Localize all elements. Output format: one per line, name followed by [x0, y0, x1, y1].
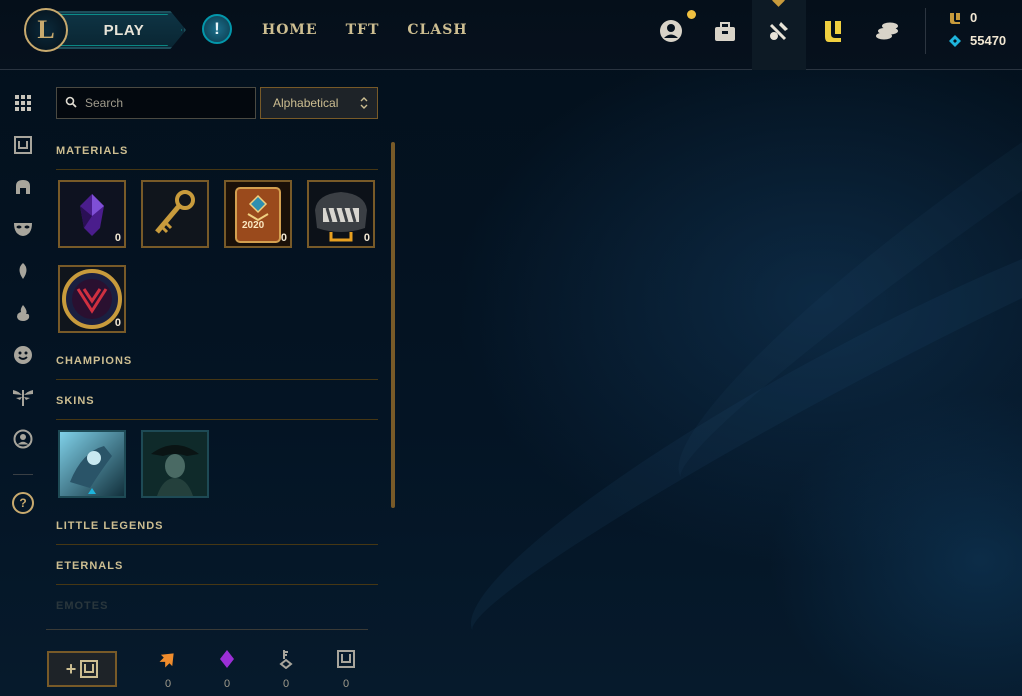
scrollbar[interactable]: [391, 142, 395, 508]
nav-tft[interactable]: TFT: [346, 22, 380, 38]
resource-value: 0: [164, 678, 172, 690]
currency-stack-icon[interactable]: [872, 16, 902, 46]
skin-shard-tile[interactable]: [58, 430, 126, 498]
section-header-emotes[interactable]: EMOTES: [56, 600, 378, 610]
craft-plus: +: [65, 658, 77, 679]
craft-chest-button[interactable]: +: [47, 651, 117, 687]
nav-home[interactable]: HOME: [262, 22, 318, 38]
rp-icon: [948, 11, 962, 25]
orange-essence-icon: [156, 646, 180, 672]
help-symbol: ?: [19, 496, 27, 510]
key-fragment-icon: [274, 646, 298, 672]
section-header-materials[interactable]: MATERIALS: [56, 145, 378, 170]
sort-dropdown[interactable]: Alphabetical: [260, 87, 378, 119]
resource-value: 0: [342, 678, 350, 690]
item-count: 0: [114, 317, 121, 329]
resource-mythic-essence[interactable]: 0: [215, 646, 239, 690]
bottom-divider: [46, 629, 368, 630]
alert-icon[interactable]: !: [202, 14, 232, 44]
chest-icon: [80, 660, 99, 678]
loot-tile[interactable]: 0: [58, 180, 126, 248]
be-amount: 55470: [970, 33, 1007, 48]
search-box: [56, 87, 256, 119]
section-header-champions[interactable]: CHAMPIONS: [56, 355, 378, 380]
sort-label: Alphabetical: [273, 96, 339, 110]
leaf-icon[interactable]: [10, 258, 36, 284]
sort-chevron-icon: [360, 95, 368, 113]
loot-list[interactable]: MATERIALS 0 2020 0 0 0 CHAMPIONS SKINS L…: [56, 140, 378, 610]
rp-balance[interactable]: 0: [948, 10, 977, 25]
ward-icon[interactable]: [10, 384, 36, 410]
pass-year-label: 2020: [242, 220, 265, 231]
skin-shard-1-icon: [60, 432, 124, 496]
section-header-little-legends[interactable]: LITTLE LEGENDS: [56, 520, 378, 545]
play-button[interactable]: PLAY: [56, 11, 186, 49]
grid-icon[interactable]: [10, 90, 36, 116]
flame-icon[interactable]: [10, 300, 36, 326]
nav-clash[interactable]: CLASH: [407, 22, 467, 38]
search-icon: [65, 96, 79, 111]
loot-tile[interactable]: 0: [307, 180, 375, 248]
emote-icon[interactable]: [10, 342, 36, 368]
rp-amount: 0: [970, 10, 978, 25]
left-rail: ?: [0, 70, 46, 696]
resource-orange-essence[interactable]: 0: [156, 646, 180, 690]
resource-value: 0: [282, 678, 290, 690]
play-label: PLAY: [103, 21, 145, 39]
section-header-skins[interactable]: SKINS: [56, 395, 378, 420]
mythic-essence-icon: [215, 646, 239, 672]
main-nav: HOME TFT CLASH: [262, 22, 468, 38]
item-count: 0: [280, 232, 287, 244]
loot-tile[interactable]: [141, 180, 209, 248]
loot-crafting-icon[interactable]: [764, 16, 794, 46]
league-logo-icon[interactable]: L: [24, 8, 68, 52]
profile-icon[interactable]: [10, 426, 36, 452]
skin-shard-2-icon: [143, 432, 207, 496]
logo-letter: L: [37, 15, 55, 44]
collection-bag-icon[interactable]: [710, 16, 740, 46]
alert-symbol: !: [214, 19, 220, 38]
be-balance[interactable]: 55470: [948, 33, 1006, 48]
help-icon[interactable]: ?: [12, 492, 34, 514]
search-input[interactable]: [85, 96, 245, 110]
resource-value: 0: [223, 678, 231, 690]
notification-dot: [687, 10, 696, 19]
item-count: 0: [363, 232, 370, 244]
helmet-icon[interactable]: [10, 174, 36, 200]
skin-shard-tile[interactable]: [141, 430, 209, 498]
rail-separator: [13, 474, 33, 475]
chest-icon: [334, 646, 358, 672]
blue-essence-icon: [948, 34, 962, 48]
key-icon: [143, 182, 207, 246]
store-icon[interactable]: [818, 16, 848, 46]
resource-key-fragments[interactable]: 0: [274, 646, 298, 690]
top-bar: PLAY L ! HOME TFT CLASH 0 55470: [0, 0, 1022, 70]
loot-tile[interactable]: 2020 0: [224, 180, 292, 248]
resource-chests[interactable]: 0: [334, 646, 358, 690]
item-count: 0: [114, 232, 121, 244]
mask-icon[interactable]: [10, 216, 36, 242]
section-header-eternals[interactable]: ETERNALS: [56, 560, 378, 585]
chest-icon[interactable]: [10, 132, 36, 158]
profile-icon[interactable]: [656, 16, 686, 46]
loot-tile[interactable]: 0: [58, 265, 126, 333]
topbar-divider: [925, 8, 926, 54]
